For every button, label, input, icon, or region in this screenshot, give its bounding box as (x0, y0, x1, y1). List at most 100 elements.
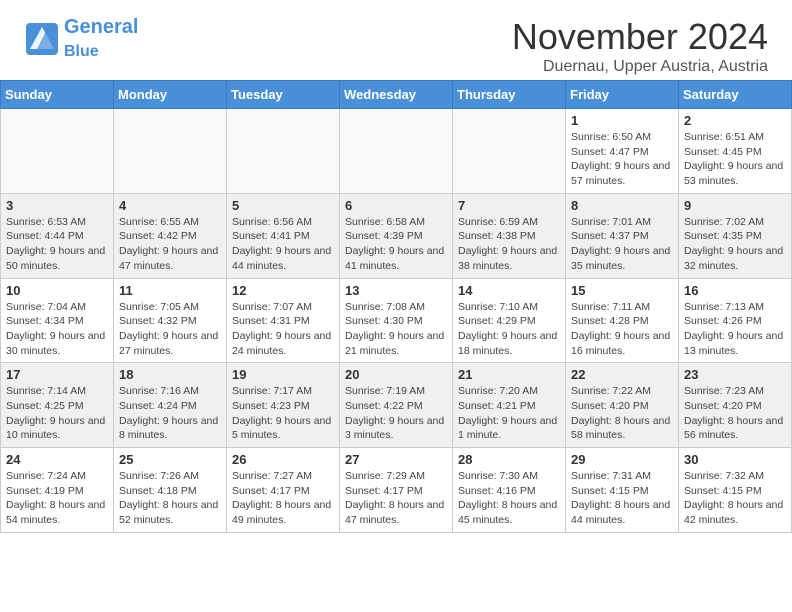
calendar-day-cell: 23 Sunrise: 7:23 AM Sunset: 4:20 PM Dayli… (679, 363, 792, 448)
calendar-header-row: SundayMondayTuesdayWednesdayThursdayFrid… (1, 81, 792, 109)
day-info: Sunrise: 7:01 AM Sunset: 4:37 PM Dayligh… (571, 215, 673, 274)
day-number: 14 (458, 283, 560, 298)
day-info: Sunrise: 7:11 AM Sunset: 4:28 PM Dayligh… (571, 300, 673, 359)
day-info: Sunrise: 6:58 AM Sunset: 4:39 PM Dayligh… (345, 215, 447, 274)
calendar-day-cell (227, 109, 340, 194)
day-number: 4 (119, 198, 221, 213)
day-info: Sunrise: 7:10 AM Sunset: 4:29 PM Dayligh… (458, 300, 560, 359)
day-info: Sunrise: 7:02 AM Sunset: 4:35 PM Dayligh… (684, 215, 786, 274)
day-number: 2 (684, 113, 786, 128)
day-number: 9 (684, 198, 786, 213)
day-number: 10 (6, 283, 108, 298)
day-number: 28 (458, 452, 560, 467)
day-info: Sunrise: 6:50 AM Sunset: 4:47 PM Dayligh… (571, 130, 673, 189)
calendar-day-cell: 4 Sunrise: 6:55 AM Sunset: 4:42 PM Daylig… (114, 193, 227, 278)
calendar-week-row: 24Sunrise: 7:24 AM Sunset: 4:19 PM Dayli… (1, 448, 792, 533)
day-info: Sunrise: 7:27 AM Sunset: 4:17 PM Dayligh… (232, 469, 334, 528)
day-info: Sunrise: 6:51 AM Sunset: 4:45 PM Dayligh… (684, 130, 786, 189)
logo-text: General Blue (64, 16, 138, 62)
calendar-day-cell: 13 Sunrise: 7:08 AM Sunset: 4:30 PM Dayli… (340, 278, 453, 363)
calendar-day-cell: 30 Sunrise: 7:32 AM Sunset: 4:15 PM Dayli… (679, 448, 792, 533)
day-info: Sunrise: 7:13 AM Sunset: 4:26 PM Dayligh… (684, 300, 786, 359)
day-info: Sunrise: 7:16 AM Sunset: 4:24 PM Dayligh… (119, 384, 221, 443)
calendar-day-cell: 1 Sunrise: 6:50 AM Sunset: 4:47 PM Daylig… (566, 109, 679, 194)
weekday-header: Thursday (453, 81, 566, 109)
day-number: 3 (6, 198, 108, 213)
day-info: Sunrise: 7:23 AM Sunset: 4:20 PM Dayligh… (684, 384, 786, 443)
day-info: Sunrise: 7:19 AM Sunset: 4:22 PM Dayligh… (345, 384, 447, 443)
day-number: 13 (345, 283, 447, 298)
calendar-day-cell: 16 Sunrise: 7:13 AM Sunset: 4:26 PM Dayli… (679, 278, 792, 363)
day-number: 17 (6, 367, 108, 382)
calendar-day-cell (114, 109, 227, 194)
logo-icon (24, 21, 60, 57)
day-info: Sunrise: 7:20 AM Sunset: 4:21 PM Dayligh… (458, 384, 560, 443)
logo: General Blue (24, 16, 138, 62)
calendar-day-cell: 28Sunrise: 7:30 AM Sunset: 4:16 PM Dayli… (453, 448, 566, 533)
day-number: 22 (571, 367, 673, 382)
weekday-header: Tuesday (227, 81, 340, 109)
calendar-day-cell: 27Sunrise: 7:29 AM Sunset: 4:17 PM Dayli… (340, 448, 453, 533)
day-info: Sunrise: 7:17 AM Sunset: 4:23 PM Dayligh… (232, 384, 334, 443)
page-subtitle: Duernau, Upper Austria, Austria (512, 58, 768, 76)
day-number: 26 (232, 452, 334, 467)
calendar-day-cell: 17 Sunrise: 7:14 AM Sunset: 4:25 PM Dayli… (1, 363, 114, 448)
day-number: 5 (232, 198, 334, 213)
calendar-week-row: 1 Sunrise: 6:50 AM Sunset: 4:47 PM Daylig… (1, 109, 792, 194)
day-info: Sunrise: 7:22 AM Sunset: 4:20 PM Dayligh… (571, 384, 673, 443)
weekday-header: Saturday (679, 81, 792, 109)
page-title: November 2024 (512, 16, 768, 58)
day-info: Sunrise: 7:05 AM Sunset: 4:32 PM Dayligh… (119, 300, 221, 359)
day-info: Sunrise: 7:08 AM Sunset: 4:30 PM Dayligh… (345, 300, 447, 359)
day-info: Sunrise: 7:07 AM Sunset: 4:31 PM Dayligh… (232, 300, 334, 359)
day-info: Sunrise: 6:59 AM Sunset: 4:38 PM Dayligh… (458, 215, 560, 274)
day-number: 1 (571, 113, 673, 128)
day-info: Sunrise: 7:24 AM Sunset: 4:19 PM Dayligh… (6, 469, 108, 528)
calendar-day-cell: 6Sunrise: 6:58 AM Sunset: 4:39 PM Daylig… (340, 193, 453, 278)
calendar-day-cell: 8 Sunrise: 7:01 AM Sunset: 4:37 PM Daylig… (566, 193, 679, 278)
day-info: Sunrise: 7:14 AM Sunset: 4:25 PM Dayligh… (6, 384, 108, 443)
day-info: Sunrise: 7:26 AM Sunset: 4:18 PM Dayligh… (119, 469, 221, 528)
day-number: 25 (119, 452, 221, 467)
calendar-week-row: 17 Sunrise: 7:14 AM Sunset: 4:25 PM Dayli… (1, 363, 792, 448)
calendar-day-cell: 29 Sunrise: 7:31 AM Sunset: 4:15 PM Dayli… (566, 448, 679, 533)
day-number: 8 (571, 198, 673, 213)
day-info: Sunrise: 7:04 AM Sunset: 4:34 PM Dayligh… (6, 300, 108, 359)
calendar-day-cell: 11Sunrise: 7:05 AM Sunset: 4:32 PM Dayli… (114, 278, 227, 363)
page-header: General Blue November 2024 Duernau, Uppe… (0, 0, 792, 80)
day-number: 12 (232, 283, 334, 298)
day-number: 18 (119, 367, 221, 382)
calendar-day-cell: 12 Sunrise: 7:07 AM Sunset: 4:31 PM Dayli… (227, 278, 340, 363)
day-number: 23 (684, 367, 786, 382)
day-number: 7 (458, 198, 560, 213)
day-info: Sunrise: 6:55 AM Sunset: 4:42 PM Dayligh… (119, 215, 221, 274)
calendar-day-cell: 21Sunrise: 7:20 AM Sunset: 4:21 PM Dayli… (453, 363, 566, 448)
calendar-day-cell (453, 109, 566, 194)
day-number: 15 (571, 283, 673, 298)
calendar-day-cell (1, 109, 114, 194)
calendar-day-cell: 14 Sunrise: 7:10 AM Sunset: 4:29 PM Dayli… (453, 278, 566, 363)
calendar-day-cell: 20 Sunrise: 7:19 AM Sunset: 4:22 PM Dayli… (340, 363, 453, 448)
day-number: 20 (345, 367, 447, 382)
weekday-header: Friday (566, 81, 679, 109)
calendar-day-cell: 5 Sunrise: 6:56 AM Sunset: 4:41 PM Daylig… (227, 193, 340, 278)
day-info: Sunrise: 7:32 AM Sunset: 4:15 PM Dayligh… (684, 469, 786, 528)
calendar-day-cell: 25 Sunrise: 7:26 AM Sunset: 4:18 PM Dayli… (114, 448, 227, 533)
calendar-week-row: 3Sunrise: 6:53 AM Sunset: 4:44 PM Daylig… (1, 193, 792, 278)
day-number: 16 (684, 283, 786, 298)
weekday-header: Wednesday (340, 81, 453, 109)
calendar-week-row: 10 Sunrise: 7:04 AM Sunset: 4:34 PM Dayli… (1, 278, 792, 363)
calendar-day-cell: 18 Sunrise: 7:16 AM Sunset: 4:24 PM Dayli… (114, 363, 227, 448)
calendar-day-cell: 19Sunrise: 7:17 AM Sunset: 4:23 PM Dayli… (227, 363, 340, 448)
calendar-day-cell: 22 Sunrise: 7:22 AM Sunset: 4:20 PM Dayli… (566, 363, 679, 448)
day-info: Sunrise: 6:56 AM Sunset: 4:41 PM Dayligh… (232, 215, 334, 274)
day-info: Sunrise: 7:29 AM Sunset: 4:17 PM Dayligh… (345, 469, 447, 528)
calendar-day-cell: 9 Sunrise: 7:02 AM Sunset: 4:35 PM Daylig… (679, 193, 792, 278)
day-info: Sunrise: 7:31 AM Sunset: 4:15 PM Dayligh… (571, 469, 673, 528)
calendar-day-cell: 26 Sunrise: 7:27 AM Sunset: 4:17 PM Dayli… (227, 448, 340, 533)
day-number: 30 (684, 452, 786, 467)
day-number: 29 (571, 452, 673, 467)
calendar-day-cell: 15 Sunrise: 7:11 AM Sunset: 4:28 PM Dayli… (566, 278, 679, 363)
weekday-header: Monday (114, 81, 227, 109)
title-block: November 2024 Duernau, Upper Austria, Au… (512, 16, 768, 76)
